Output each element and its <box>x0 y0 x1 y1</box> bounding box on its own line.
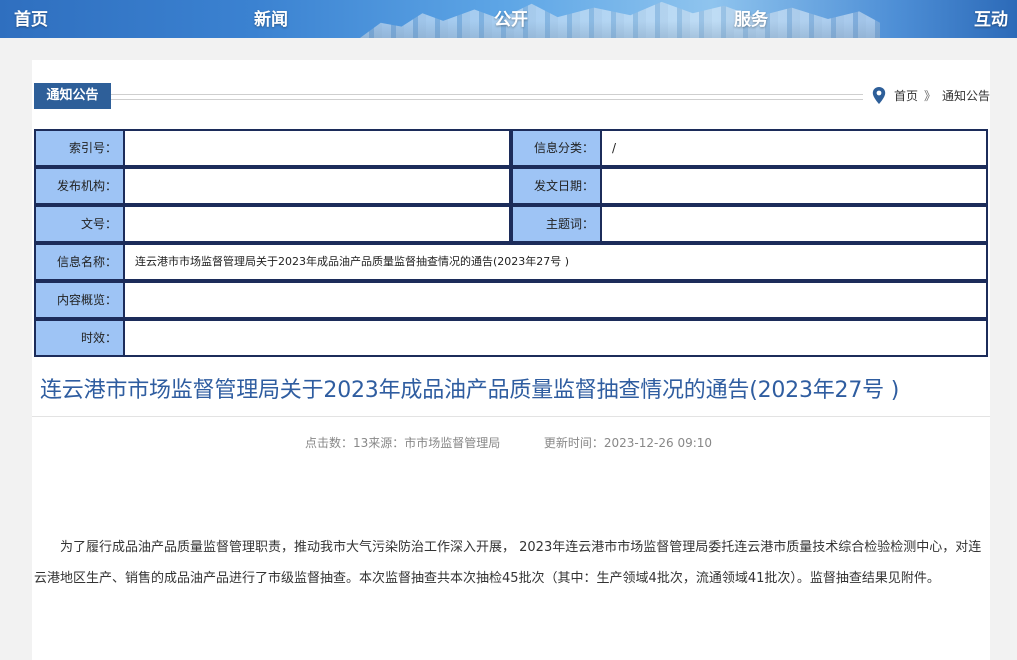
info-row-summary: 内容概览： <box>34 281 988 319</box>
meta-updated: 更新时间：2023-12-26 09:10 <box>543 436 713 450</box>
nav-news[interactable]: 新闻 <box>254 5 288 30</box>
org-value <box>125 167 511 205</box>
city-skyline-image <box>360 1 880 38</box>
name-value: 连云港市市场监督管理局关于2023年成品油产品质量监督抽查情况的通告(2023年… <box>125 243 988 281</box>
breadcrumb-home-link[interactable]: 首页 <box>894 87 918 104</box>
subject-value <box>602 205 988 243</box>
info-row-name: 信息名称： 连云港市市场监督管理局关于2023年成品油产品质量监督抽查情况的通告… <box>34 243 988 281</box>
article-title: 连云港市市场监督管理局关于2023年成品油产品质量监督抽查情况的通告(2023年… <box>40 378 900 403</box>
nav-service[interactable]: 服务 <box>734 5 768 30</box>
nav-public[interactable]: 公开 <box>494 5 528 30</box>
summary-label: 内容概览： <box>34 281 125 319</box>
info-row-org: 发布机构： 发文日期： <box>34 167 988 205</box>
date-value <box>602 167 988 205</box>
nav-home[interactable]: 首页 <box>14 5 48 30</box>
location-pin-icon <box>872 86 886 104</box>
info-row-index: 索引号： 信息分类： / <box>34 129 988 167</box>
info-row-docno: 文号： 主题词： <box>34 205 988 243</box>
subject-label: 主题词： <box>511 205 602 243</box>
docno-label: 文号： <box>34 205 125 243</box>
index-value <box>125 129 511 167</box>
docno-value <box>125 205 511 243</box>
name-label: 信息名称： <box>34 243 125 281</box>
breadcrumb-separator: 》 <box>924 88 937 103</box>
article-meta: 点击数：13来源：市市场监督管理局 更新时间：2023-12-26 09:10 <box>0 434 1017 451</box>
breadcrumb: 首页 》 通知公告 <box>872 86 990 104</box>
info-row-validity: 时效： <box>34 319 988 357</box>
index-label: 索引号： <box>34 129 125 167</box>
nav-interact[interactable]: 互动 <box>974 5 1008 30</box>
meta-source: 点击数：13来源：市市场监督管理局 <box>304 436 501 450</box>
category-label: 信息分类： <box>511 129 602 167</box>
breadcrumb-current-link[interactable]: 通知公告 <box>942 87 990 104</box>
title-divider <box>32 416 990 417</box>
summary-value <box>125 281 988 319</box>
section-tag: 通知公告 <box>34 83 111 109</box>
section-divider <box>111 94 863 100</box>
org-label: 发布机构： <box>34 167 125 205</box>
validity-value <box>125 319 988 357</box>
category-value: / <box>602 129 988 167</box>
article-body: 为了履行成品油产品质量监督管理职责，推动我市大气污染防治工作深入开展， 2023… <box>34 540 982 586</box>
top-nav-banner: 首页 新闻 公开 服务 互动 <box>0 0 1017 38</box>
date-label: 发文日期： <box>511 167 602 205</box>
validity-label: 时效： <box>34 319 125 357</box>
